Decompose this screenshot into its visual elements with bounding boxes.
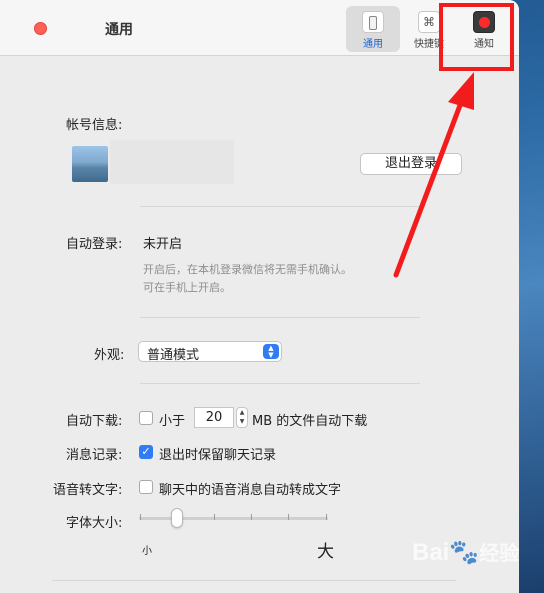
window-title: 通用	[105, 22, 133, 38]
divider	[140, 317, 420, 318]
keep-history-text: 退出时保留聊天记录	[159, 448, 277, 463]
appearance-selected: 普通模式	[147, 348, 200, 363]
watermark-brand: Bai	[412, 539, 450, 566]
auto-login-value: 未开启	[143, 237, 183, 252]
command-icon: ⌘	[418, 11, 440, 33]
account-name-area	[110, 140, 234, 184]
font-size-max-label: 大	[317, 542, 334, 562]
size-stepper[interactable]: ▲ ▼	[236, 407, 248, 428]
switch-icon	[362, 11, 384, 33]
auto-download-size-input[interactable]: 20	[194, 407, 234, 428]
font-size-slider-knob[interactable]	[170, 508, 183, 528]
auto-download-label: 自动下载:	[66, 414, 123, 429]
baidu-watermark: Bai🐾经验	[412, 537, 519, 567]
voice-to-text-checkbox[interactable]	[139, 480, 153, 494]
font-size-slider[interactable]	[139, 517, 328, 520]
auto-login-hint-1: 开启后，在本机登录微信将无需手机确认。	[143, 263, 352, 276]
appearance-label: 外观:	[94, 348, 125, 363]
tab-general[interactable]: 通用	[346, 6, 400, 52]
voice-to-text-label: 语音转文字:	[53, 483, 123, 498]
messages-label: 消息记录:	[66, 448, 123, 463]
divider	[140, 383, 420, 384]
voice-to-text-text: 聊天中的语音消息自动转成文字	[159, 483, 342, 498]
auto-login-label: 自动登录:	[66, 237, 123, 252]
font-size-min-label: 小	[142, 546, 152, 557]
auto-download-checkbox[interactable]	[139, 411, 153, 425]
watermark-suffix: 经验	[479, 543, 520, 565]
account-label: 帐号信息:	[66, 118, 123, 133]
close-window-button[interactable]	[34, 22, 47, 35]
paw-icon: 🐾	[449, 539, 480, 566]
tab-general-label: 通用	[363, 39, 383, 50]
appearance-select[interactable]: 普通模式 ▲ ▼	[138, 341, 282, 363]
slider-tick	[214, 514, 215, 520]
auto-download-prefix: 小于	[159, 414, 186, 429]
logout-button[interactable]: 退出登录	[360, 153, 462, 175]
avatar	[72, 146, 108, 182]
divider	[140, 206, 419, 207]
font-size-label: 字体大小:	[66, 516, 123, 531]
annotation-highlight-box	[439, 3, 514, 71]
slider-tick	[251, 514, 252, 520]
auto-download-suffix: MB 的文件自动下载	[252, 414, 368, 429]
slider-tick	[326, 514, 327, 520]
divider	[52, 580, 456, 581]
chevron-up-down-icon: ▲ ▼	[263, 344, 279, 359]
slider-tick	[288, 514, 289, 520]
settings-window: 通用 通用 ⌘ 快捷键 通知 帐号信息: 退出登录 自动登录: 未开启 开启后，…	[0, 0, 519, 593]
keep-history-checkbox[interactable]: ✓	[139, 445, 153, 459]
slider-tick	[140, 514, 141, 520]
auto-login-hint-2: 可在手机上开启。	[143, 281, 231, 294]
